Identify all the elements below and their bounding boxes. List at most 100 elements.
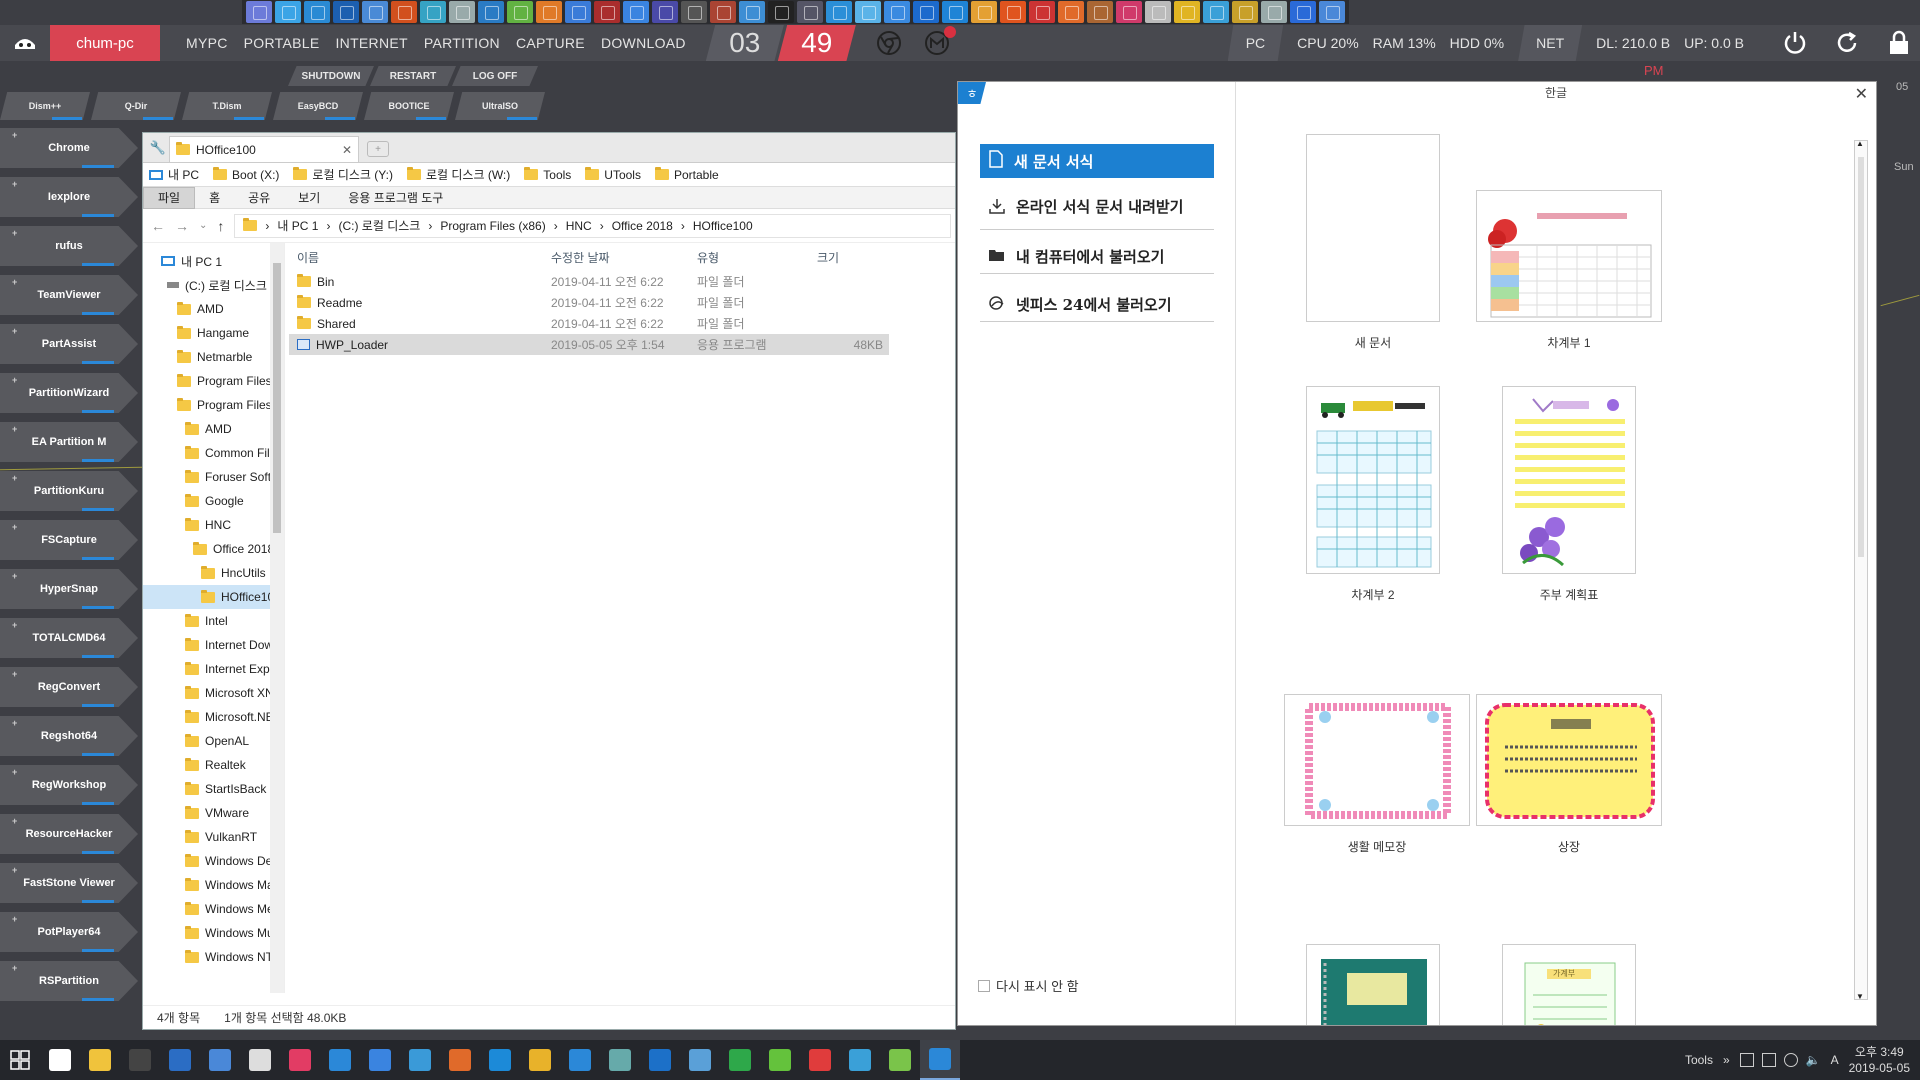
taskbar-app-icon[interactable]	[360, 1040, 400, 1080]
tree-item[interactable]: Windows Mai	[143, 873, 284, 897]
template-item[interactable]: 차계부 1	[1476, 190, 1662, 351]
tree-item[interactable]: VMware	[143, 801, 284, 825]
sidebar-app-button[interactable]: EA Partition M	[0, 422, 138, 462]
taskbar-app-icon[interactable]	[800, 1040, 840, 1080]
sidebar-app-button[interactable]: RegConvert	[0, 667, 138, 707]
column-header[interactable]: 이름	[289, 249, 551, 266]
file-row[interactable]: Readme 2019-04-11 오전 6:22 파일 폴더	[289, 292, 955, 313]
template-scrollbar[interactable]: ▲ ▼	[1854, 139, 1868, 1001]
app-shortcut-icon[interactable]	[884, 1, 910, 23]
taskbar-app-icon[interactable]	[560, 1040, 600, 1080]
template-item[interactable]: 가계부	[1502, 944, 1636, 1025]
sidebar-app-button[interactable]: RSPartition	[0, 961, 138, 1001]
sidebar-app-button[interactable]: RegWorkshop	[0, 765, 138, 805]
taskbar-app-icon[interactable]	[840, 1040, 880, 1080]
column-header[interactable]: 크기	[817, 249, 889, 266]
top-menu-item[interactable]: CAPTURE	[516, 35, 585, 51]
scroll-up-icon[interactable]: ▲	[1856, 139, 1864, 148]
tree-item[interactable]: Windows NT	[143, 945, 284, 969]
column-header[interactable]: 유형	[697, 249, 817, 266]
power-option-button[interactable]: LOG OFF	[452, 66, 538, 86]
app-shortcut-icon[interactable]	[507, 1, 533, 23]
sidebar-app-button[interactable]: FastStone Viewer	[0, 863, 138, 903]
sidebar-app-button[interactable]: Iexplore	[0, 177, 138, 217]
top-menu-item[interactable]: PORTABLE	[244, 35, 320, 51]
taskbar-app-icon[interactable]	[320, 1040, 360, 1080]
open-from-computer[interactable]: 내 컴퓨터에서 불러오기	[980, 240, 1214, 274]
new-document-template[interactable]: 새 문서 서식	[980, 144, 1214, 178]
tree-item[interactable]: HNC	[143, 513, 284, 537]
top-menu-item[interactable]: DOWNLOAD	[601, 35, 686, 51]
app-shortcut-icon[interactable]	[420, 1, 446, 23]
taskbar-app-icon[interactable]	[600, 1040, 640, 1080]
power-option-button[interactable]: RESTART	[370, 66, 456, 86]
app-shortcut-icon[interactable]	[449, 1, 475, 23]
chrome-icon[interactable]	[874, 28, 904, 58]
app-shortcut-icon[interactable]	[333, 1, 359, 23]
quick-launch-button[interactable]: EasyBCD	[273, 92, 363, 120]
breadcrumb[interactable]: › 내 PC 1 › (C:) 로컬 디스크 › Program Files (x86) ›…	[234, 213, 951, 238]
tree-item[interactable]: Windows Med	[143, 897, 284, 921]
favorite-item[interactable]: Boot (X:)	[213, 167, 279, 182]
favorite-item[interactable]: 로컬 디스크 (Y:)	[293, 166, 393, 183]
back-icon[interactable]: ←	[151, 218, 165, 234]
dont-show-again[interactable]: 다시 표시 안 함	[978, 976, 1079, 995]
tree-item[interactable]: Windows Def	[143, 849, 284, 873]
template-item[interactable]: 차계부 2	[1306, 386, 1440, 603]
breadcrumb-item[interactable]: HNC	[566, 219, 592, 233]
app-shortcut-icon[interactable]	[913, 1, 939, 23]
breadcrumb-item[interactable]: (C:) 로컬 디스크	[338, 217, 420, 234]
breadcrumb-separator-icon[interactable]: ›	[265, 219, 269, 233]
taskbar-app-icon[interactable]	[640, 1040, 680, 1080]
tree-item[interactable]: Hangame	[143, 321, 284, 345]
sidebar-app-button[interactable]: Regshot64	[0, 716, 138, 756]
up-icon[interactable]: ↑	[217, 218, 224, 234]
app-shortcut-icon[interactable]	[1290, 1, 1316, 23]
favorite-item[interactable]: Tools	[524, 167, 571, 182]
app-shortcut-icon[interactable]	[797, 1, 823, 23]
forward-icon[interactable]: →	[175, 218, 189, 234]
tree-scrollbar[interactable]	[270, 243, 284, 993]
tree-item[interactable]: OpenAL	[143, 729, 284, 753]
volume-icon[interactable]: 🔈	[1806, 1053, 1821, 1067]
sidebar-app-button[interactable]: TeamViewer	[0, 275, 138, 315]
power-option-button[interactable]: SHUTDOWN	[288, 66, 374, 86]
app-shortcut-icon[interactable]	[768, 1, 794, 23]
app-shortcut-icon[interactable]	[942, 1, 968, 23]
ribbon-tab[interactable]: 보기	[284, 187, 334, 209]
network-icon[interactable]	[1739, 1053, 1754, 1067]
top-menu-item[interactable]: MYPC	[186, 35, 228, 51]
app-shortcut-icon[interactable]	[565, 1, 591, 23]
taskbar-app-icon[interactable]	[400, 1040, 440, 1080]
checkbox[interactable]	[978, 979, 990, 992]
app-shortcut-icon[interactable]	[391, 1, 417, 23]
app-shortcut-icon[interactable]	[681, 1, 707, 23]
app-shortcut-icon[interactable]	[1203, 1, 1229, 23]
taskbar-app-icon[interactable]	[40, 1040, 80, 1080]
sidebar-app-button[interactable]: rufus	[0, 226, 138, 266]
tree-item[interactable]: Microsoft.NET	[143, 705, 284, 729]
app-shortcut-icon[interactable]	[1116, 1, 1142, 23]
template-item[interactable]: 생활 메모장	[1284, 694, 1470, 855]
quick-launch-button[interactable]: Q-Dir	[91, 92, 181, 120]
taskbar-app-icon[interactable]	[160, 1040, 200, 1080]
taskbar-app-icon[interactable]	[720, 1040, 760, 1080]
app-shortcut-icon[interactable]	[971, 1, 997, 23]
ribbon-tab[interactable]: 홈	[195, 187, 234, 209]
online-template-download[interactable]: 온라인 서식 문서 내려받기	[980, 186, 1214, 230]
start-button[interactable]	[0, 1040, 40, 1080]
sidebar-app-button[interactable]: PartitionWizard	[0, 373, 138, 413]
app-shortcut-icon[interactable]	[362, 1, 388, 23]
tree-item[interactable]: Windows Mult	[143, 921, 284, 945]
taskbar-app-icon[interactable]	[120, 1040, 160, 1080]
lock-icon[interactable]	[1878, 25, 1920, 61]
quick-launch-button[interactable]: T.Dism	[182, 92, 272, 120]
chevron-down-icon[interactable]: ⌄	[199, 220, 207, 231]
favorite-item[interactable]: Portable	[654, 167, 719, 182]
app-shortcut-icon[interactable]	[710, 1, 736, 23]
new-tab-icon[interactable]: +	[367, 141, 389, 157]
taskbar-app-icon[interactable]	[80, 1040, 120, 1080]
sidebar-app-button[interactable]: ResourceHacker	[0, 814, 138, 854]
taskbar-app-icon[interactable]	[200, 1040, 240, 1080]
pc-name-label[interactable]: chum-pc	[50, 25, 160, 61]
